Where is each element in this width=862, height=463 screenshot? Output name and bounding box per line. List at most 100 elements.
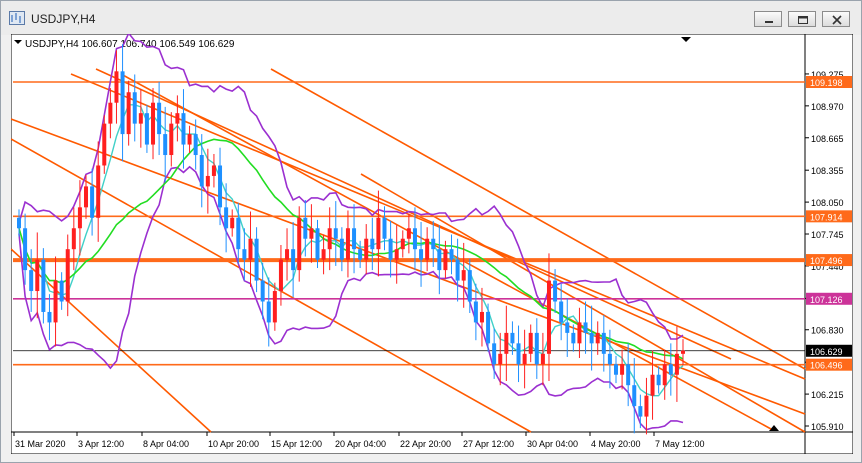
candle-body [345, 228, 350, 260]
candle-body [96, 165, 101, 218]
candle-body [41, 259, 46, 312]
y-tick-label: 108.970 [811, 102, 844, 112]
candle-body [218, 165, 223, 208]
candle-body [577, 322, 582, 344]
candle-body [443, 249, 448, 271]
candle-body [321, 249, 326, 260]
candle-body [157, 102, 162, 135]
candle-body [412, 228, 417, 250]
candle-body [138, 113, 143, 124]
candle-body [382, 217, 387, 239]
candle-body [419, 249, 424, 260]
candle-body [144, 113, 149, 145]
candle-body [376, 217, 381, 250]
candle-body [291, 249, 296, 271]
y-tick-label: 107.745 [811, 230, 844, 240]
x-tick-label: 30 Apr 04:00 [527, 439, 578, 449]
candle-body [449, 249, 454, 260]
candle-body [199, 155, 204, 187]
candle-body [668, 364, 673, 375]
candle-body [425, 238, 430, 260]
y-tick-label: 108.665 [811, 134, 844, 144]
candle-body [437, 249, 442, 271]
candle-body [638, 406, 643, 417]
candle-body [467, 270, 472, 302]
candle-body [23, 228, 28, 271]
candle-body [71, 228, 76, 250]
window-title: USDJPY,H4 [31, 12, 96, 26]
candle-body [626, 364, 631, 386]
x-tick-label: 15 Apr 12:00 [271, 439, 322, 449]
x-tick-label: 31 Mar 2020 [15, 439, 66, 449]
candle-body [193, 134, 198, 156]
candle-body [47, 311, 52, 323]
candle-body [187, 134, 192, 145]
candle-body [486, 311, 491, 344]
candle-body [528, 332, 533, 354]
candle-body [352, 228, 357, 250]
candle-body [620, 364, 625, 375]
candle-body [211, 165, 216, 176]
candle-body [504, 332, 509, 354]
candle-body [303, 217, 308, 239]
candle-body [35, 259, 40, 292]
y-tick-label: 108.050 [811, 198, 844, 208]
price-chart[interactable]: USDJPY,H4 106.607 106.740 106.549 106.62… [10, 31, 854, 455]
current-price-label: 106.629 [810, 347, 843, 357]
candle-body [492, 343, 497, 365]
candle-body [406, 228, 411, 239]
title-bar[interactable]: USDJPY,H4 [1, 1, 861, 35]
y-tick-label: 106.215 [811, 390, 844, 400]
level-price-label: 107.914 [810, 212, 843, 222]
candle-body [431, 238, 436, 250]
candle-body [248, 238, 253, 260]
y-tick-label: 105.910 [811, 422, 844, 432]
level-price-label: 107.496 [810, 256, 843, 266]
candle-body [327, 228, 332, 250]
candle-body [17, 217, 21, 229]
candle-body [559, 301, 564, 323]
candle-body [571, 332, 576, 344]
minimize-button[interactable] [754, 11, 782, 27]
y-tick-label: 108.355 [811, 166, 844, 176]
candle-body [65, 249, 70, 302]
symbol-ohlc-label: USDJPY,H4 106.607 106.740 106.549 106.62… [25, 39, 235, 50]
candle-body [565, 322, 570, 333]
candle-body [540, 353, 545, 365]
candle-body [181, 113, 186, 145]
candle-body [650, 374, 655, 396]
candle-body [205, 175, 210, 187]
x-tick-label: 8 Apr 04:00 [143, 439, 189, 449]
candle-body [132, 92, 137, 124]
candle-body [589, 332, 594, 344]
candle-body [394, 249, 399, 260]
maximize-button[interactable] [788, 11, 816, 27]
level-price-label: 107.126 [810, 295, 843, 305]
candle-body [461, 270, 466, 281]
candle-body [236, 217, 241, 250]
candle-body [120, 71, 125, 135]
candle-body [358, 249, 363, 260]
candle-body [84, 186, 89, 208]
close-icon [832, 15, 842, 25]
candle-body [473, 301, 478, 323]
candle-body [583, 322, 588, 333]
x-tick-label: 4 May 20:00 [591, 439, 641, 449]
candle-body [510, 332, 515, 344]
candle-body [163, 134, 168, 156]
candle-body [315, 228, 320, 260]
candle-body [364, 238, 369, 260]
chart-area[interactable]: USDJPY,H4 106.607 106.740 106.549 106.62… [10, 31, 854, 455]
x-tick-label: 22 Apr 20:00 [400, 439, 451, 449]
candle-body [175, 113, 180, 124]
candle-body [613, 364, 618, 375]
candle-body [601, 332, 606, 354]
candle-body [656, 374, 661, 386]
candle-body [59, 280, 64, 302]
candle-body [595, 332, 600, 344]
candle-body [498, 353, 503, 365]
candle-body [224, 207, 229, 229]
close-button[interactable] [822, 11, 850, 27]
candle-body [285, 249, 290, 260]
candle-body [266, 301, 271, 323]
